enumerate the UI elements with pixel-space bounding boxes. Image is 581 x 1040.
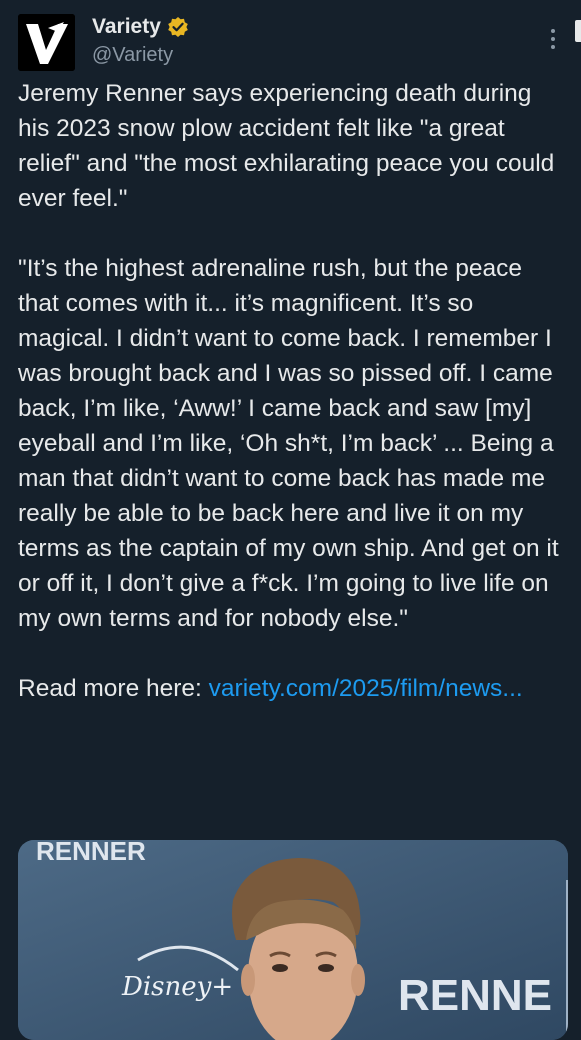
more-dot-icon (551, 37, 555, 41)
scroll-edge (575, 20, 581, 42)
tweet-paragraph-1: Jeremy Renner says experiencing death du… (18, 80, 555, 212)
backdrop-text-top: RENNER (36, 840, 146, 866)
read-more-prefix: Read more here: (18, 675, 209, 702)
tweet-header: Variety @Variety (0, 0, 581, 80)
more-dot-icon (551, 29, 555, 33)
handle[interactable]: @Variety (92, 42, 173, 68)
more-options-button[interactable] (543, 24, 563, 54)
more-dot-icon (551, 45, 555, 49)
tweet-paragraph-2: "It’s the highest adrenaline rush, but t… (18, 255, 559, 632)
tweet-media-image[interactable]: RENNER RENNE Disney+ (18, 840, 568, 1040)
tweet-text: Jeremy Renner says experiencing death du… (18, 76, 568, 706)
article-link[interactable]: variety.com/2025/film/news... (209, 675, 523, 702)
backdrop-text-right: RENNE (398, 971, 552, 1020)
name-row: Variety (92, 14, 189, 40)
verified-badge-icon (167, 16, 189, 38)
disney-plus-logo: Disney+ (121, 972, 233, 1002)
read-more-line: Read more here: variety.com/2025/film/ne… (18, 671, 568, 706)
avatar[interactable] (18, 14, 75, 71)
display-name[interactable]: Variety (92, 14, 161, 40)
